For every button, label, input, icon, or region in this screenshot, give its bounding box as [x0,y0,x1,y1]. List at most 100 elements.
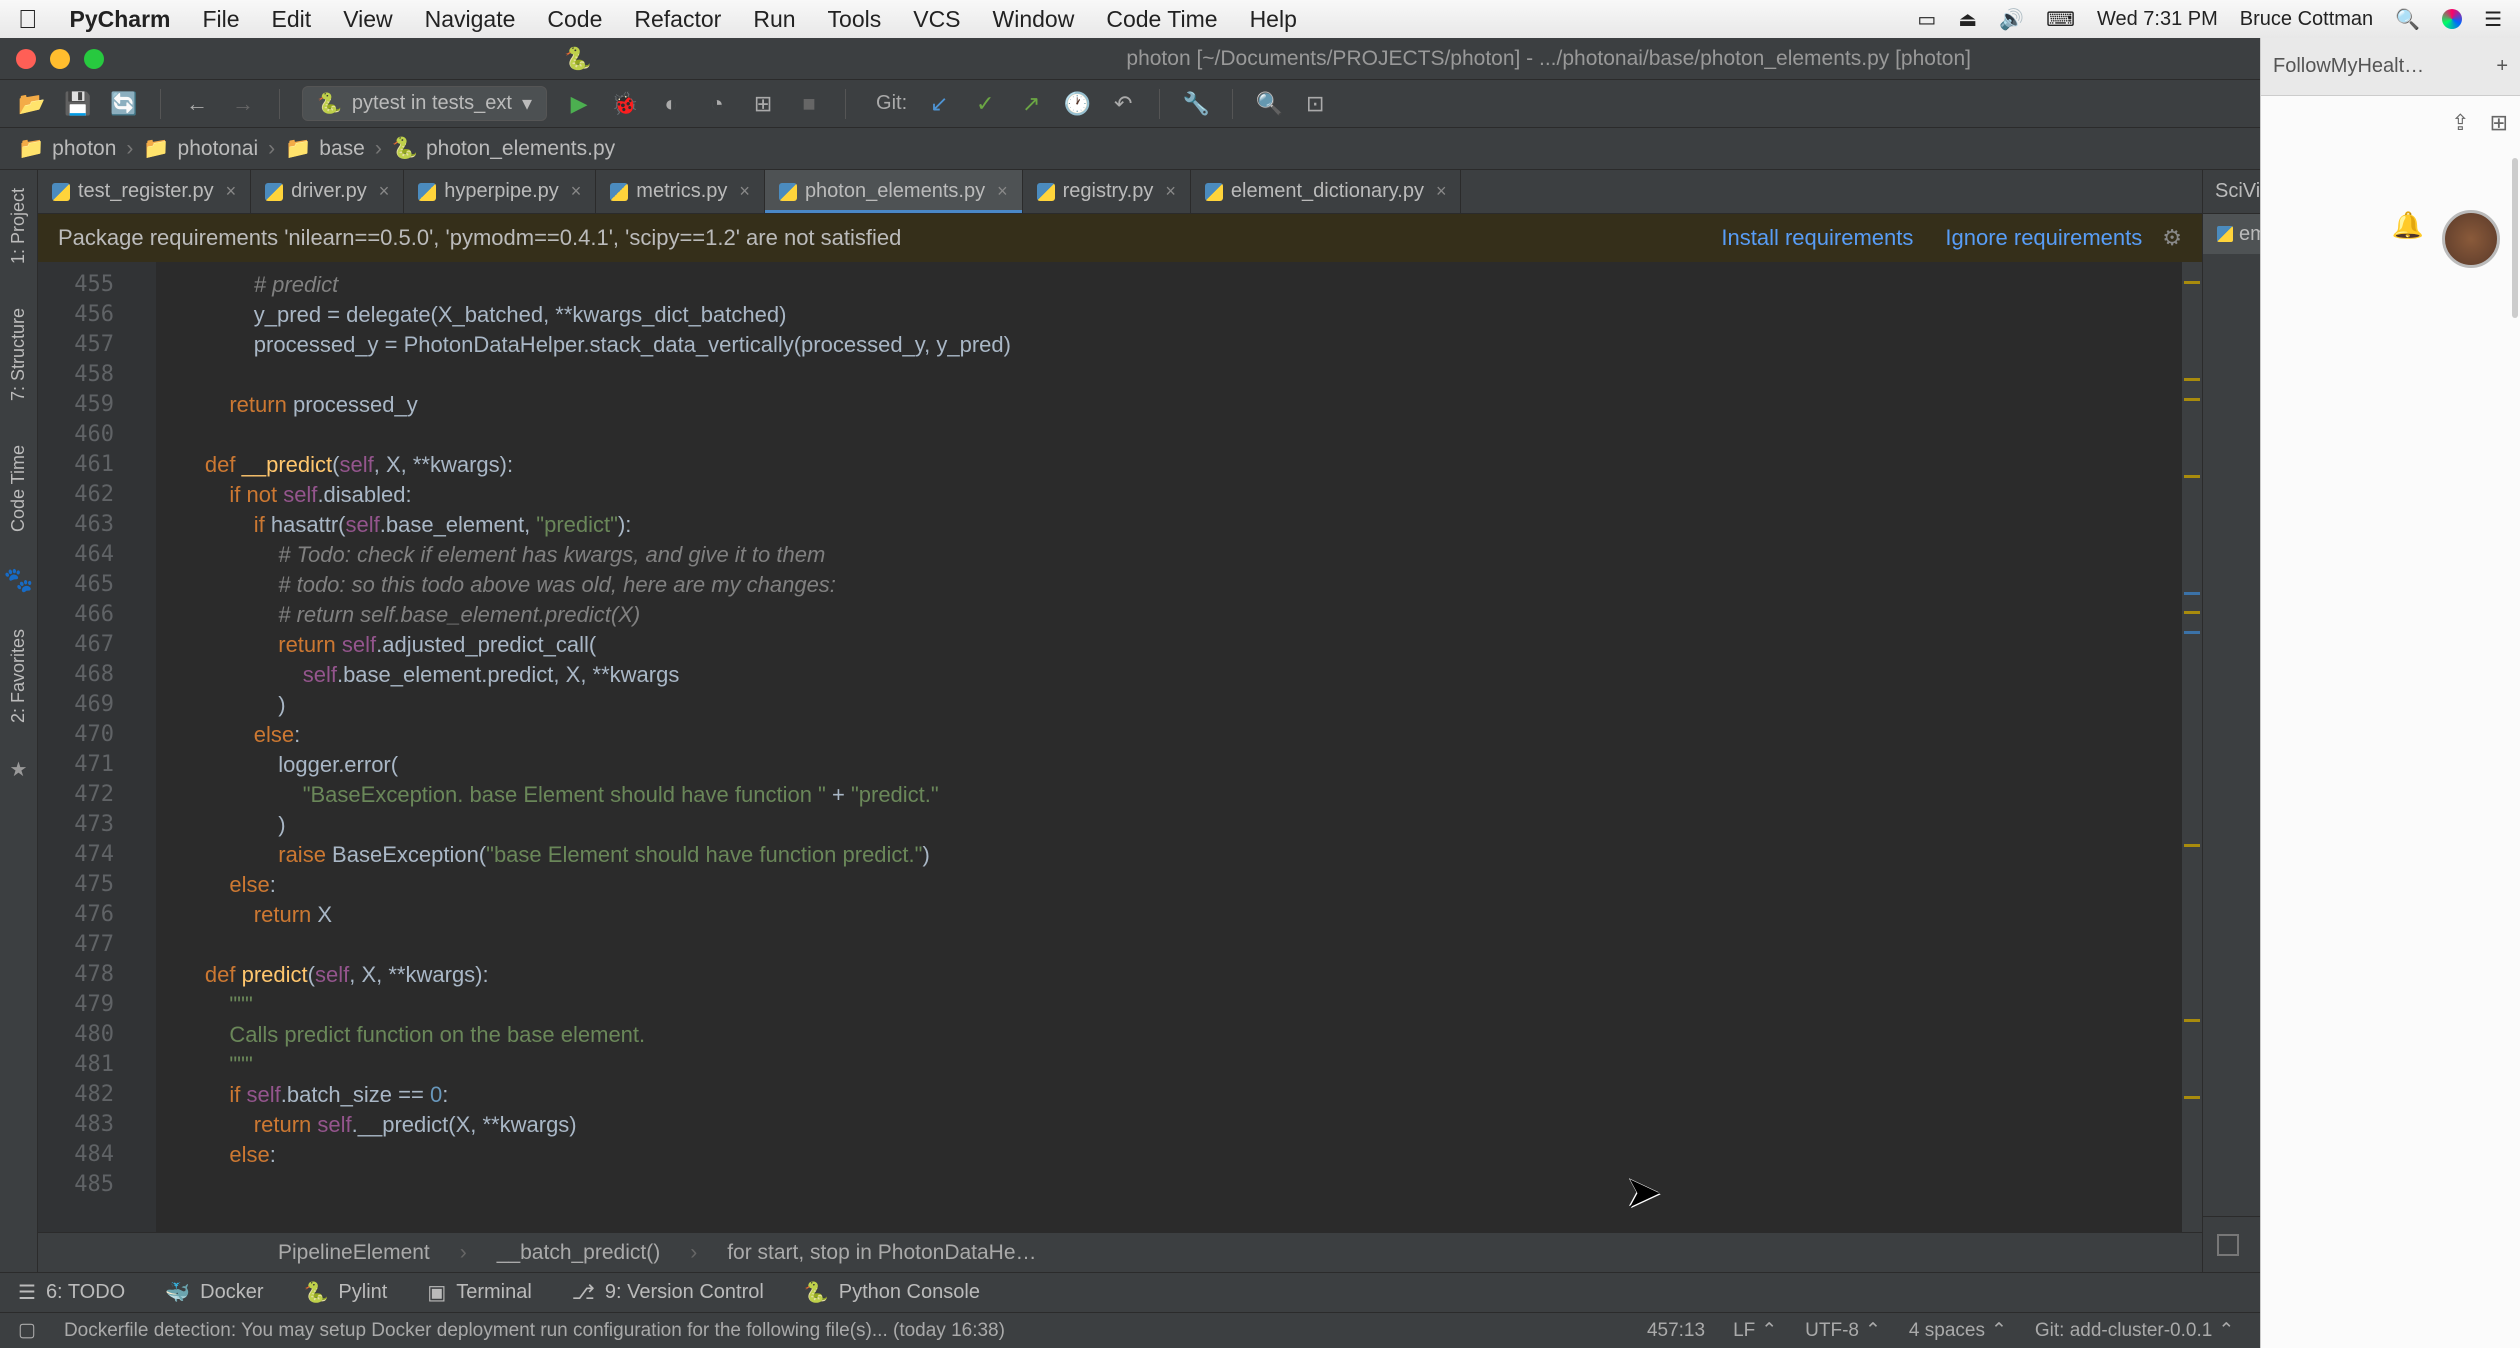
back-icon[interactable]: ← [183,91,211,117]
menu-window[interactable]: Window [993,6,1075,33]
breadcrumb-item[interactable]: 📁photonai [143,137,258,161]
avatar[interactable] [2442,210,2500,268]
window-close-button[interactable] [16,49,36,69]
run-button-icon[interactable]: ▶ [565,91,593,117]
window-minimize-button[interactable] [50,49,70,69]
siri-icon[interactable] [2442,9,2462,29]
menubar-clock[interactable]: Wed 7:31 PM [2097,8,2218,31]
app-name[interactable]: PyCharm [70,6,171,33]
git-commit-icon[interactable]: ✓ [971,91,999,117]
error-stripe[interactable] [2182,262,2202,1232]
menu-navigate[interactable]: Navigate [425,6,516,33]
ignore-requirements-link[interactable]: Ignore requirements [1945,225,2142,251]
code-editor[interactable]: 455 456 457 458 459 460 461 462 463 464 … [38,262,2202,1232]
tool-pylint[interactable]: 🐍Pylint [304,1280,388,1305]
refresh-icon[interactable]: 🔄 [110,91,138,117]
tool-vcs[interactable]: ⎇9: Version Control [572,1280,764,1305]
menu-file[interactable]: File [202,6,239,33]
new-tab-icon[interactable]: + [2496,55,2508,78]
scrollbar[interactable] [2512,158,2518,318]
keyboard-icon[interactable]: ⌨ [2046,7,2075,32]
notification-center-icon[interactable]: ☰ [2484,7,2502,32]
editor-tab[interactable]: metrics.py× [596,170,765,213]
tabs-icon[interactable]: ⊞ [2490,110,2508,136]
run-config-selector[interactable]: 🐍 pytest in tests_ext ▾ [302,86,547,121]
menu-codetime[interactable]: Code Time [1106,6,1217,33]
tool-favorites[interactable]: 2: Favorites [8,619,29,733]
git-pull-icon[interactable]: ↙ [925,91,953,117]
close-icon[interactable]: × [571,181,582,202]
stop-icon[interactable]: ■ [795,91,823,117]
spotlight-icon[interactable]: 🔍 [2395,7,2420,32]
line-separator[interactable]: LF ⌃ [1733,1319,1777,1342]
close-icon[interactable]: × [997,181,1008,202]
tool-codetime[interactable]: Code Time [8,435,29,542]
breadcrumb-root[interactable]: 📁photon [18,137,116,161]
breadcrumb-item[interactable]: 📁base [285,137,365,161]
git-history-icon[interactable]: 🕐 [1063,91,1091,117]
menu-refactor[interactable]: Refactor [634,6,721,33]
tool-docker[interactable]: 🐳Docker [165,1280,263,1305]
menu-edit[interactable]: Edit [272,6,312,33]
cursor-position[interactable]: 457:13 [1647,1320,1705,1342]
share-icon[interactable]: ⇪ [2451,110,2469,136]
tool-terminal[interactable]: ▣Terminal [427,1280,531,1305]
apple-menu-icon[interactable]:  [18,4,38,35]
close-icon[interactable]: × [1436,181,1447,202]
navtrail-item[interactable]: for start, stop in PhotonDataHe… [727,1241,1036,1265]
breadcrumb-file[interactable]: 🐍photon_elements.py [392,137,615,161]
editor-tab[interactable]: test_register.py× [38,170,251,213]
tool-python-console[interactable]: 🐍Python Console [804,1280,980,1305]
star-icon[interactable]: ★ [10,757,28,782]
menubar-user[interactable]: Bruce Cottman [2240,8,2373,31]
close-icon[interactable]: × [739,181,750,202]
open-icon[interactable]: 📂 [18,91,46,117]
close-icon[interactable]: × [1165,181,1176,202]
find-in-path-icon[interactable]: ⊡ [1301,91,1329,117]
close-icon[interactable]: × [379,181,390,202]
menu-view[interactable]: View [343,6,392,33]
profile-icon[interactable]: ◔ [703,91,731,117]
menu-help[interactable]: Help [1250,6,1297,33]
git-push-icon[interactable]: ↗ [1017,91,1045,117]
coverage-icon[interactable]: ◐ [657,91,685,117]
indent-setting[interactable]: 4 spaces ⌃ [1909,1319,2007,1342]
editor-tab[interactable]: hyperpipe.py× [404,170,596,213]
code-text[interactable]: # predict y_pred = delegate(X_batched, *… [156,262,2182,1232]
editor-tab[interactable]: driver.py× [251,170,404,213]
git-branch[interactable]: Git: add-cluster-0.0.1 ⌃ [2035,1319,2234,1342]
checkbox-icon[interactable] [2217,1234,2239,1256]
status-icon[interactable]: ▢ [18,1319,36,1342]
menu-vcs[interactable]: VCS [913,6,960,33]
paw-icon[interactable]: 🐾 [4,566,34,595]
bell-icon[interactable]: 🔔 [2392,210,2424,241]
concurrency-icon[interactable]: ⊞ [749,91,777,117]
tool-project[interactable]: 1: Project [8,178,29,274]
editor-tab[interactable]: element_dictionary.py× [1191,170,1462,213]
tool-todo[interactable]: ☰6: TODO [18,1280,125,1305]
window-maximize-button[interactable] [84,49,104,69]
editor-tab[interactable]: photon_elements.py× [765,170,1023,213]
navtrail-item[interactable]: __batch_predict() [497,1241,660,1265]
menu-tools[interactable]: Tools [828,6,882,33]
menu-code[interactable]: Code [547,6,602,33]
navtrail-item[interactable]: PipelineElement [278,1241,430,1265]
tool-structure[interactable]: 7: Structure [8,298,29,411]
volume-icon[interactable]: 🔊 [1999,7,2024,32]
search-icon[interactable]: 🔍 [1255,91,1283,117]
install-requirements-link[interactable]: Install requirements [1721,225,1913,251]
debug-button-icon[interactable]: 🐞 [611,91,639,117]
git-rollback-icon[interactable]: ↶ [1109,91,1137,117]
browser-tab[interactable]: FollowMyHealt… [2273,55,2492,78]
screen-mirror-icon[interactable]: ▭ [1917,7,1936,32]
editor-tab[interactable]: registry.py× [1023,170,1191,213]
close-icon[interactable]: × [226,181,237,202]
menu-run[interactable]: Run [753,6,795,33]
forward-icon[interactable]: → [229,91,257,117]
file-encoding[interactable]: UTF-8 ⌃ [1805,1319,1881,1342]
save-icon[interactable]: 💾 [64,91,92,117]
settings-icon[interactable]: 🔧 [1182,91,1210,117]
eject-icon[interactable]: ⏏ [1958,7,1977,32]
gear-icon[interactable]: ⚙ [2162,225,2182,251]
fold-gutter[interactable] [128,262,156,1232]
